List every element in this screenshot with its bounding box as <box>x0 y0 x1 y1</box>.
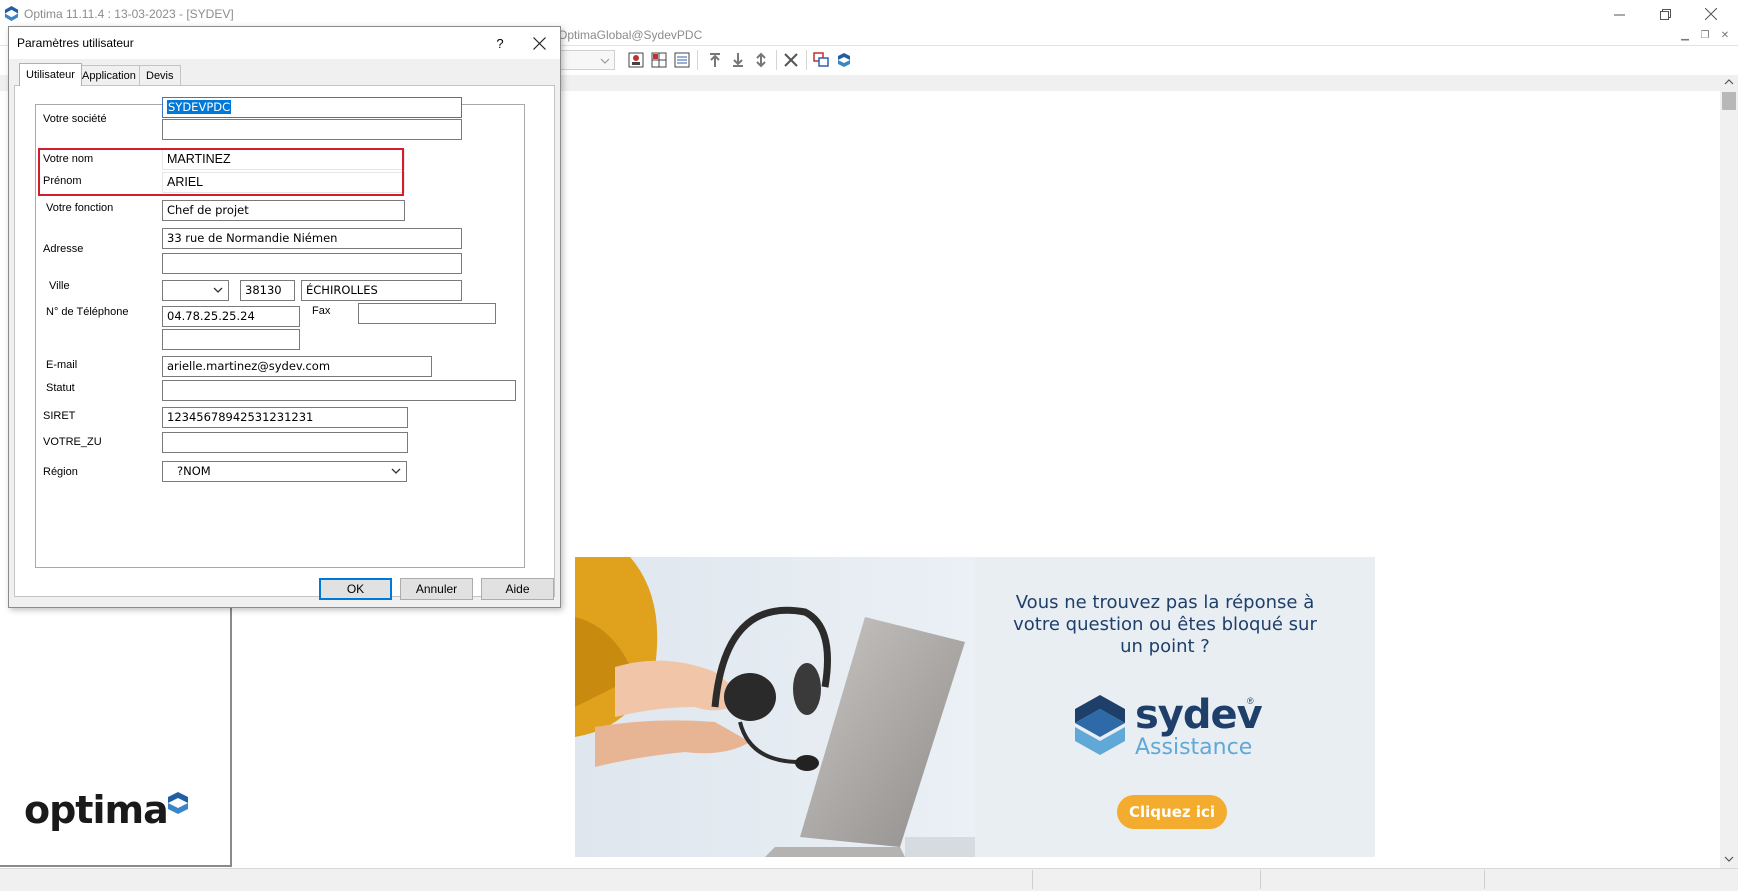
highlight-box <box>38 148 404 196</box>
telephone2-input[interactable] <box>162 329 300 350</box>
status-bar <box>0 868 1738 891</box>
label-region: Région <box>43 466 78 478</box>
banner-photo <box>575 557 975 857</box>
societe-input[interactable]: SYDEVPDC <box>162 97 462 118</box>
chevron-down-icon <box>213 287 223 293</box>
scroll-up-icon[interactable] <box>1720 75 1738 89</box>
societe2-input[interactable] <box>162 119 462 140</box>
banner-text: Vous ne trouvez pas la réponse à votre q… <box>1013 592 1317 657</box>
minimize-icon <box>1613 14 1625 15</box>
label-fonction: Votre fonction <box>46 202 114 214</box>
adresse2-input[interactable] <box>162 253 462 274</box>
sydev-brand-name: sydev <box>1135 692 1263 738</box>
label-ville: Ville <box>49 280 70 292</box>
votre-zu-input[interactable] <box>162 432 408 453</box>
toolbar-grid-icon[interactable] <box>650 51 668 69</box>
sydev-assistance-label: Assistance <box>1135 735 1253 760</box>
windows-icon[interactable] <box>812 51 830 69</box>
region-value: ?NOM <box>177 464 211 478</box>
tab-application[interactable]: Application <box>75 65 143 85</box>
fax-input[interactable] <box>358 303 496 324</box>
tools-icon[interactable] <box>782 51 800 69</box>
dialog-help-button[interactable]: ? <box>490 33 510 53</box>
dialog-title: Paramètres utilisateur <box>17 36 134 50</box>
label-fax: Fax <box>312 305 331 317</box>
toolbar-separator <box>776 50 777 70</box>
status-separator <box>1260 870 1261 889</box>
mdi-minimize-button[interactable]: ▁ <box>1676 28 1694 43</box>
pays-select[interactable] <box>162 280 229 301</box>
toolbar-separator <box>697 50 698 70</box>
move-updown-icon[interactable] <box>752 51 770 69</box>
vertical-scrollbar[interactable] <box>1720 75 1738 868</box>
user-settings-dialog: Paramètres utilisateur ? Utilisateur App… <box>8 26 561 608</box>
move-bottom-icon[interactable] <box>729 51 747 69</box>
restore-icon <box>1659 8 1671 20</box>
toolbar-separator <box>806 50 807 70</box>
statut-input[interactable] <box>162 380 516 401</box>
tab-devis[interactable]: Devis <box>139 65 181 85</box>
window-title: Optima 11.11.4 : 13-03-2023 - [SYDEV] <box>24 7 234 21</box>
restore-button[interactable] <box>1642 0 1688 28</box>
sydev-toolbar-icon[interactable] <box>835 51 853 69</box>
toolbar-contact-icon[interactable] <box>627 51 645 69</box>
toolbar-list-icon[interactable] <box>673 51 691 69</box>
minimize-button[interactable] <box>1596 0 1642 28</box>
scroll-down-button[interactable] <box>1720 852 1738 866</box>
toolbar-combo[interactable] <box>560 50 615 70</box>
status-separator <box>1484 870 1485 889</box>
optima-logo-text: optima <box>24 788 168 832</box>
ville-input[interactable]: ÉCHIROLLES <box>301 280 462 301</box>
optima-logo: optima <box>22 778 192 838</box>
tab-utilisateur[interactable]: Utilisateur <box>19 63 82 86</box>
scroll-thumb[interactable] <box>1722 92 1736 110</box>
cta-button[interactable]: Cliquez ici <box>1117 795 1227 829</box>
email-input[interactable]: arielle.martinez@sydev.com <box>162 356 432 377</box>
fonction-input[interactable]: Chef de projet <box>162 200 405 221</box>
label-email: E-mail <box>46 359 78 371</box>
dialog-close-button[interactable] <box>528 33 550 53</box>
label-telephone: N° de Téléphone <box>46 306 129 318</box>
assistance-banner[interactable]: Vous ne trouvez pas la réponse à votre q… <box>575 557 1375 857</box>
sydev-logo-icon <box>4 6 19 21</box>
connection-label: OptimaGlobal@SydevPDC <box>558 28 703 42</box>
code-postal-input[interactable]: 38130 <box>240 280 295 301</box>
siret-input[interactable]: 12345678942531231231 <box>162 407 408 428</box>
close-icon <box>1705 8 1717 20</box>
main-titlebar <box>0 0 1738 28</box>
move-top-icon[interactable] <box>706 51 724 69</box>
registered-mark: ® <box>1247 696 1254 706</box>
scroll-down-icon <box>1724 856 1734 862</box>
cancel-button[interactable]: Annuler <box>400 578 473 600</box>
telephone-input[interactable]: 04.78.25.25.24 <box>162 306 300 327</box>
chevron-down-icon <box>391 468 401 474</box>
status-separator <box>1032 870 1033 889</box>
societe-selected-text: SYDEVPDC <box>167 100 232 114</box>
label-adresse: Adresse <box>43 243 84 255</box>
chevron-down-icon <box>600 58 610 64</box>
close-button[interactable] <box>1688 0 1734 28</box>
sydev-brand-icon <box>1075 695 1125 755</box>
label-statut: Statut <box>46 382 75 394</box>
region-select[interactable]: ?NOM <box>162 461 407 482</box>
ok-button[interactable]: OK <box>319 578 392 600</box>
label-votre-zu: VOTRE_ZU <box>43 436 102 448</box>
label-siret: SIRET <box>43 410 76 422</box>
mdi-close-button[interactable]: ✕ <box>1716 28 1734 43</box>
help-button[interactable]: Aide <box>481 578 554 600</box>
label-societe: Votre société <box>43 113 107 125</box>
close-icon <box>532 36 546 50</box>
mdi-restore-button[interactable]: ❐ <box>1696 28 1714 43</box>
adresse1-input[interactable]: 33 rue de Normandie Niémen <box>162 228 462 249</box>
